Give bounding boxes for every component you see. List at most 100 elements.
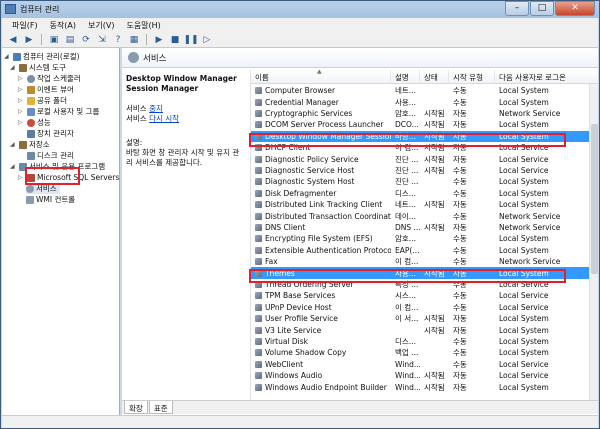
table-row[interactable]: V3 Lite Service 시작됨 자동 Local System [251, 324, 598, 335]
table-row[interactable]: Diagnostic System Host 진단 ... 수동 Local Syst… [251, 176, 598, 187]
pane-title: 서비스 [143, 53, 167, 64]
service-logon-cell: Local Service [499, 371, 549, 381]
tree-node-sql-servers[interactable]: ▷ Microsoft SQL Servers [18, 172, 119, 183]
service-startup-cell: 수동 [453, 97, 467, 107]
service-logon-cell: Network Service [499, 257, 561, 267]
service-startup-cell: 자동 [453, 120, 467, 130]
forward-arrow-icon[interactable]: ▶ [22, 34, 36, 46]
table-row[interactable]: UPnP Device Host 이 컴... 수동 Local Service [251, 302, 598, 313]
properties-icon[interactable]: ▦ [127, 34, 141, 46]
table-row[interactable]: Encrypting File System (EFS) 암호... 수동 Local… [251, 233, 598, 244]
table-row[interactable]: Credential Manager 사용... 수동 Local System [251, 96, 598, 107]
service-name-cell: DNS Client [251, 222, 391, 233]
table-row[interactable]: TPM Base Services 시스... 수동 Local Service [251, 290, 598, 301]
table-row[interactable]: Distributed Transaction Coordinator 데이...… [251, 210, 598, 221]
tree-node-local-users[interactable]: ▷ 로컬 사용자 및 그룹 [18, 106, 99, 117]
restart-icon[interactable]: ▷ [200, 34, 214, 46]
menu-view[interactable]: 보기(V) [82, 18, 120, 32]
service-startup-cell: 자동 [453, 223, 467, 232]
service-startup-cell: 수동 [453, 234, 467, 244]
service-gear-icon [255, 360, 262, 368]
table-row[interactable]: Virtual Disk 디스... 수동 Local System [251, 336, 598, 347]
refresh-icon[interactable]: ⟳ [79, 34, 93, 46]
service-status-cell [420, 256, 449, 267]
service-name-cell: Cryptographic Services [251, 108, 391, 119]
close-button[interactable]: ✕ [555, 1, 595, 16]
tree-node-storage[interactable]: ◢ 저장소 [10, 139, 50, 150]
tab-extended[interactable]: 확장 [124, 401, 148, 414]
service-logon-cell: Local System [499, 177, 549, 187]
pause-icon[interactable]: ❚❚ [183, 34, 198, 46]
restart-service-link[interactable]: 다시 시작 [149, 114, 179, 123]
table-row[interactable]: DNS Client DNS ... 시작됨 자동 Network Service [251, 222, 598, 233]
table-row[interactable]: User Profile Service 이 서... 시작됨 자동 Local Sys… [251, 313, 598, 324]
up-folder-icon[interactable]: ▣ [47, 34, 61, 46]
tree-node-task-scheduler[interactable]: ▷ 작업 스케줄러 [18, 73, 81, 84]
tree-node-disk-management[interactable]: 디스크 관리 [18, 150, 74, 161]
tree-node-performance[interactable]: ▷ 성능 [18, 117, 51, 128]
minimize-button[interactable]: – [505, 1, 529, 16]
stop-icon[interactable]: ■ [168, 34, 182, 46]
column-description[interactable]: 설명 [391, 70, 420, 84]
tree-node-services[interactable]: 서비스 [26, 183, 60, 194]
table-row[interactable]: DCOM Server Process Launcher DCO... 시작됨 자동 L… [251, 119, 598, 130]
service-gear-icon [255, 144, 262, 152]
vertical-scrollbar[interactable] [589, 84, 598, 400]
service-gear-icon [255, 155, 262, 163]
table-row[interactable]: Diagnostic Policy Service 진단 ... 시작됨 자동 Loca… [251, 153, 598, 164]
table-row[interactable]: Thread Ordering Server 특정 ... 수동 Local Serv… [251, 279, 598, 290]
table-row[interactable]: Volume Shadow Copy 백업 ... 수동 Local System [251, 347, 598, 358]
tree-node-services-and-apps[interactable]: ◢ 서비스 및 응용 프로그램 [10, 161, 105, 172]
service-gear-icon [255, 258, 262, 266]
console-tree-icon[interactable]: ▤ [63, 34, 77, 46]
service-description-cell: Wind... [395, 359, 420, 369]
toolbar: ◀ ▶ ▣ ▤ ⟳ ⇲ ? ▦ ▶ ■ ❚❚ ▷ [2, 32, 598, 48]
export-icon[interactable]: ⇲ [95, 34, 109, 46]
service-description-cell: 데이... [395, 211, 416, 221]
event-viewer-icon [27, 85, 35, 94]
table-row[interactable]: Computer Browser 네트... 수동 Local System [251, 85, 598, 96]
maximize-button[interactable]: □ [530, 1, 554, 16]
table-row[interactable]: Windows Audio Wind... 시작됨 자동 Local Service [251, 370, 598, 381]
service-description-cell: 디스... [395, 188, 416, 198]
table-row[interactable]: WebClient Wind... 수동 Local Service [251, 359, 598, 370]
table-row[interactable]: Desktop Window Manager Session Ma... 바탕..… [251, 130, 598, 142]
service-status-cell: 시작됨 [424, 200, 445, 210]
column-status[interactable]: 상태 [420, 70, 449, 84]
column-log-on-as[interactable]: 다음 사용자로 로그온 [495, 70, 586, 84]
table-row[interactable]: Cryptographic Services 암호... 시작됨 자동 Network … [251, 108, 598, 119]
column-startup-type[interactable]: 시작 유형 [449, 70, 495, 84]
play-icon[interactable]: ▶ [152, 34, 166, 46]
table-row[interactable]: Diagnostic Service Host 진단 ... 시작됨 수동 Local … [251, 165, 598, 176]
tree-node-system-tools[interactable]: ◢ 시스템 도구 [10, 62, 66, 73]
service-gear-icon [255, 303, 262, 311]
tab-standard[interactable]: 표준 [148, 401, 173, 414]
stop-service-link[interactable]: 중지 [149, 104, 163, 113]
tree-node-computer-management[interactable]: ◢ 컴퓨터 관리(로컬) [4, 51, 80, 62]
help-icon[interactable]: ? [111, 34, 125, 46]
tree-node-event-viewer[interactable]: ▷ 이벤트 뷰어 [18, 84, 74, 95]
service-name-cell: Distributed Transaction Coordinator [251, 210, 391, 221]
table-row[interactable]: Themes 사용... 시작됨 자동 Local System [251, 267, 598, 279]
service-status-cell [420, 188, 449, 199]
table-row[interactable]: Windows Audio Endpoint Builder Wind... 시작됨… [251, 381, 598, 392]
table-row[interactable]: Fax 이 컴... 수동 Network Service [251, 256, 598, 267]
table-row[interactable]: Disk Defragmenter 디스... 수동 Local System [251, 188, 598, 199]
column-name[interactable]: ▲ 이름 [251, 70, 391, 84]
menu-file[interactable]: 파일(F) [6, 18, 44, 32]
menu-help[interactable]: 도움말(H) [120, 18, 166, 32]
back-arrow-icon[interactable]: ◀ [6, 34, 20, 46]
service-gear-icon [255, 326, 262, 334]
tree-node-wmi-control[interactable]: WMI 컨트롤 [26, 194, 75, 205]
table-row[interactable]: Distributed Link Tracking Client 네트... 시작됨… [251, 199, 598, 210]
table-row[interactable]: DHCP Client 이 컴... 시작됨 자동 Local Service [251, 142, 598, 153]
service-name-cell: Diagnostic Policy Service [251, 153, 391, 164]
table-row[interactable]: Extensible Authentication Protocol EAP(..… [251, 245, 598, 256]
service-logon-cell: Local System [499, 200, 549, 210]
tree-node-device-manager[interactable]: 장치 관리자 [18, 128, 74, 139]
service-name-cell: DCOM Server Process Launcher [251, 119, 391, 130]
tree-node-shared-folders[interactable]: ▷ 공유 폴더 [18, 95, 67, 106]
scroll-thumb[interactable] [591, 124, 598, 274]
menu-action[interactable]: 동작(A) [44, 18, 82, 32]
service-logon-cell: Local Service [499, 165, 549, 175]
